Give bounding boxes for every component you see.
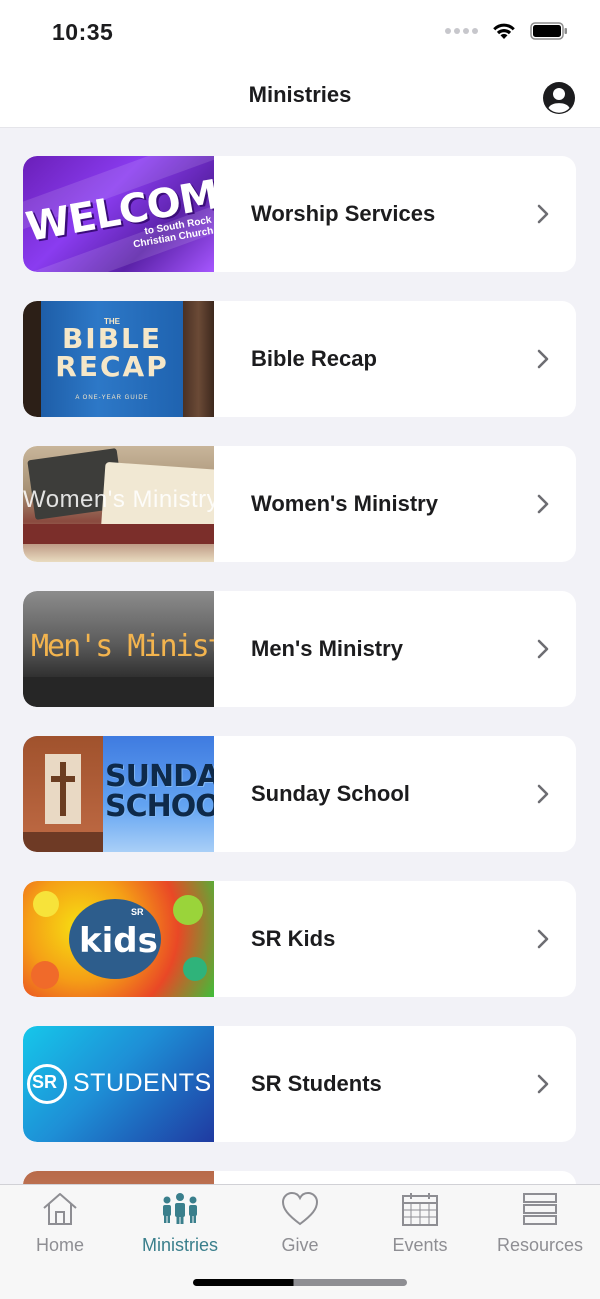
cellular-signal-icon — [445, 28, 478, 34]
tab-resources[interactable]: Resources — [480, 1185, 600, 1269]
ministry-card-sunday-school[interactable]: SUNDAY SCHOOL Sunday School — [23, 736, 576, 852]
thumbnail-caption: Men's Ministry — [31, 629, 214, 664]
status-icons — [445, 22, 568, 40]
mens-ministry-thumbnail: Men's Ministry — [23, 591, 214, 707]
ministry-card-partial[interactable] — [23, 1171, 576, 1184]
ministry-label: Worship Services — [251, 201, 436, 226]
calendar-icon — [402, 1193, 438, 1226]
battery-icon — [530, 22, 567, 40]
ministry-card-worship-services[interactable]: WELCOME to South Rock Christian Church W… — [23, 156, 576, 272]
tab-give[interactable]: Give — [240, 1185, 360, 1269]
ministry-label: Sunday School — [251, 781, 410, 806]
people-icon — [163, 1193, 197, 1224]
status-time: 10:35 — [52, 19, 114, 45]
wifi-icon — [493, 23, 515, 39]
thumbnail-caption: SUNDAY SCHOOL — [105, 759, 214, 824]
ministries-screen: 10:35 Ministries WELCOME to South Rock C… — [0, 0, 600, 1299]
chevron-right-icon — [537, 784, 549, 804]
tab-ministries[interactable]: Ministries — [120, 1185, 240, 1269]
ministry-label: Women's Ministry — [251, 491, 438, 516]
ministry-card-sr-students[interactable]: SR STUDENTS SR Students — [23, 1026, 576, 1142]
tab-label: Events — [392, 1235, 448, 1255]
bible-recap-thumbnail: THE BIBLE RECAP A ONE-YEAR GUIDE — [23, 301, 214, 417]
stack-icon — [523, 1193, 557, 1225]
tab-label: Home — [35, 1235, 84, 1255]
sr-students-thumbnail: SR STUDENTS — [23, 1026, 214, 1142]
tab-home[interactable]: Home — [0, 1185, 120, 1269]
partial-thumbnail — [23, 1171, 214, 1184]
tab-label: Resources — [496, 1235, 584, 1255]
tab-events[interactable]: Events — [360, 1185, 480, 1269]
ministries-list[interactable]: WELCOME to South Rock Christian Church W… — [0, 128, 600, 1184]
heart-icon — [281, 1191, 319, 1226]
status-bar: 10:35 — [0, 0, 600, 66]
ministry-label: Men's Ministry — [251, 636, 403, 661]
page-title: Ministries — [248, 82, 352, 107]
tab-label: Ministries — [141, 1235, 218, 1255]
thumbnail-badge: SR — [32, 1072, 58, 1092]
ministry-card-mens-ministry[interactable]: Men's Ministry Men's Ministry — [23, 591, 576, 707]
home-indicator[interactable] — [193, 1279, 407, 1286]
ministry-label: SR Kids — [251, 926, 336, 951]
chevron-right-icon — [537, 929, 549, 949]
book-cover: THE BIBLE RECAP A ONE-YEAR GUIDE — [41, 301, 183, 417]
womens-ministry-thumbnail: Women's Ministry — [23, 446, 214, 562]
cross-icon — [60, 762, 66, 816]
thumbnail-caption: STUDENTS — [73, 1069, 212, 1097]
ministry-card-sr-kids[interactable]: kids SR SR Kids — [23, 881, 576, 997]
chevron-right-icon — [537, 1074, 549, 1094]
thumbnail-badge: SR — [131, 907, 144, 917]
worship-services-thumbnail: WELCOME to South Rock Christian Church — [23, 156, 214, 272]
chevron-right-icon — [537, 349, 549, 369]
nav-bar: Ministries — [0, 66, 600, 128]
thumbnail-caption: Women's Ministry — [23, 486, 214, 513]
thumbnail-caption: BIBLE RECAP — [55, 322, 169, 383]
tab-label: Give — [281, 1235, 319, 1255]
ministry-label: SR Students — [251, 1071, 382, 1096]
person-circle-icon[interactable] — [542, 81, 576, 115]
sr-kids-thumbnail: kids SR — [23, 881, 214, 997]
chevron-right-icon — [537, 494, 549, 514]
ministry-card-womens-ministry[interactable]: Women's Ministry Women's Ministry — [23, 446, 576, 562]
house-icon — [43, 1193, 77, 1225]
chevron-right-icon — [537, 639, 549, 659]
ministry-label: Bible Recap — [251, 346, 377, 371]
chevron-right-icon — [537, 204, 549, 224]
thumbnail-subcaption: A ONE-YEAR GUIDE — [75, 395, 149, 401]
ministry-card-bible-recap[interactable]: THE BIBLE RECAP A ONE-YEAR GUIDE Bible R… — [23, 301, 576, 417]
sunday-school-thumbnail: SUNDAY SCHOOL — [23, 736, 214, 852]
thumbnail-caption: kids — [79, 921, 158, 961]
